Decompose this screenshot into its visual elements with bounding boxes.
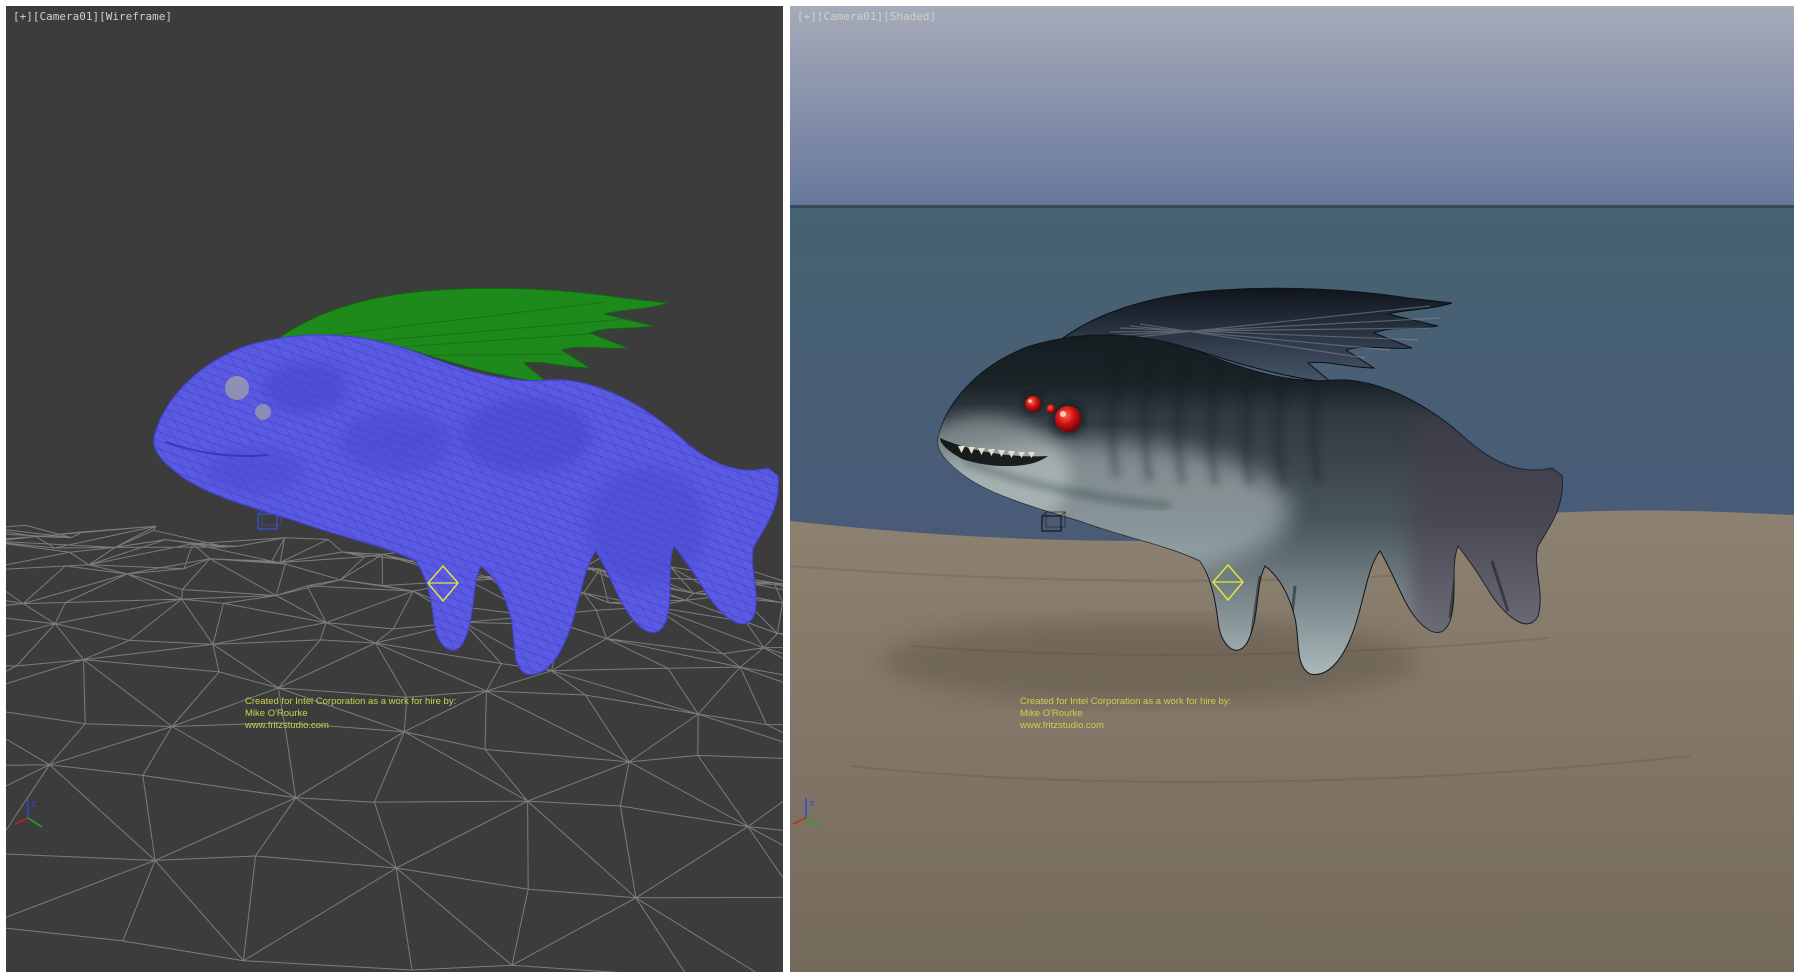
fish-eye-mid bbox=[1025, 396, 1041, 412]
axis-z-label: z bbox=[31, 799, 36, 809]
viewport-shading-menu[interactable]: [Wireframe] bbox=[99, 10, 172, 23]
axis-tripod: z bbox=[15, 798, 42, 827]
wireframe-scene: z bbox=[6, 6, 783, 972]
viewport-label-right: [+][Camera01][Shaded] bbox=[797, 10, 936, 23]
viewport-menu-icon[interactable]: [+] bbox=[797, 10, 817, 23]
viewport-right-shaded[interactable]: z [+][Camera01][Shaded] Created for Inte… bbox=[790, 6, 1794, 972]
viewport-label-left: [+][Camera01][Wireframe] bbox=[13, 10, 172, 23]
credits-line-1: Created for Intel Corporation as a work … bbox=[1020, 696, 1231, 708]
viewport-camera-menu[interactable]: [Camera01] bbox=[33, 10, 99, 23]
dual-viewport-stage: z [+][Camera01][Wireframe] Created for I… bbox=[0, 0, 1800, 978]
credits-line-2: Mike O'Rourke bbox=[1020, 708, 1231, 720]
fish-eye-placeholder bbox=[225, 376, 249, 400]
credits-line-3: www.fritzstudio.com bbox=[245, 720, 456, 732]
fish-wireframe[interactable] bbox=[154, 288, 779, 674]
shaded-scene: z bbox=[790, 6, 1794, 972]
fish-eye-placeholder bbox=[255, 404, 271, 420]
credits-line-2: Mike O'Rourke bbox=[245, 708, 456, 720]
viewport-camera-menu[interactable]: [Camera01] bbox=[817, 10, 883, 23]
fish-eye-large bbox=[1055, 406, 1081, 432]
fish-eye-small bbox=[1047, 405, 1056, 414]
viewport-shading-menu[interactable]: [Shaded] bbox=[883, 10, 936, 23]
credits-line-1: Created for Intel Corporation as a work … bbox=[245, 696, 456, 708]
credits-text-right: Created for Intel Corporation as a work … bbox=[1020, 696, 1231, 732]
axis-z-label: z bbox=[809, 799, 814, 809]
viewport-left-wireframe[interactable]: z [+][Camera01][Wireframe] Created for I… bbox=[6, 6, 783, 972]
credits-text-left: Created for Intel Corporation as a work … bbox=[245, 696, 456, 732]
credits-line-3: www.fritzstudio.com bbox=[1020, 720, 1231, 732]
viewport-menu-icon[interactable]: [+] bbox=[13, 10, 33, 23]
